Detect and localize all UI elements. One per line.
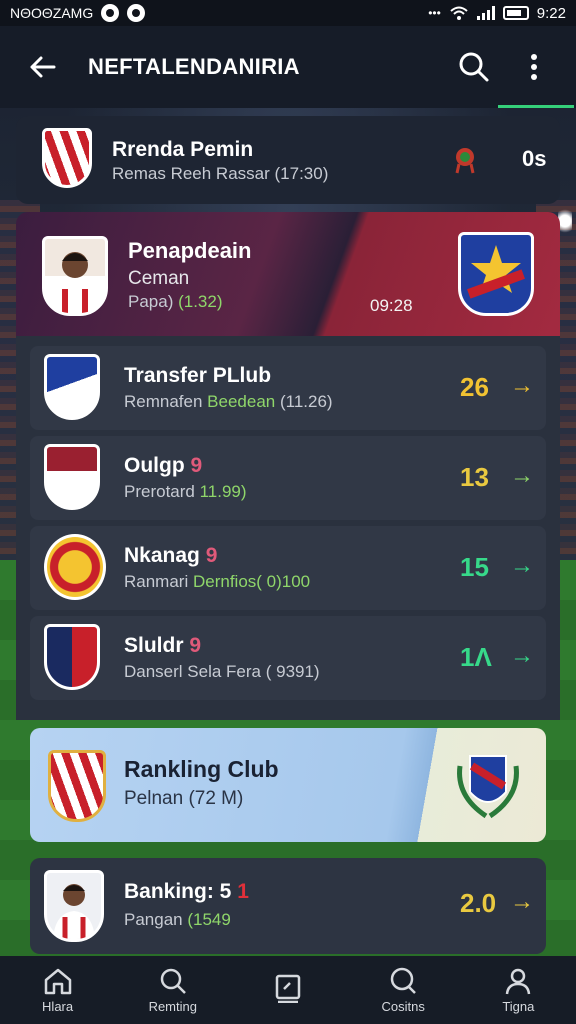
status-left-text: ΝΘΟΘΖΑΜG [10,5,94,21]
wifi-icon [450,6,468,20]
row-badge: 1 [237,880,249,903]
signal-icon [476,6,495,20]
nav-home[interactable]: Hlara [8,967,108,1014]
ranking-club-subtitle: Pelnan (72 M) [124,788,244,809]
row-badge: 9 [190,454,203,477]
arrow-right-icon[interactable]: → [510,462,534,490]
arrow-right-icon[interactable]: → [510,552,534,580]
ranking-club-name: Rankling Club [124,756,279,782]
banking-subtitle: Pangan (1549 [124,910,231,929]
back-arrow-icon [30,56,56,78]
nav-ranking[interactable]: Remting [123,967,223,1014]
star-icon [467,245,525,299]
banking-score: 2.0 [460,888,497,918]
featured-player-card[interactable]: Penapdeain Ceman Papa) (1.32) 09:28 [16,212,560,336]
row-score: 1Λ [460,642,492,672]
header-club-card[interactable]: Rrenda Pemin Remas Reeh Rassar (17:30) 0… [16,116,560,204]
status-bar: ΝΘΟΘΖΑΜG ••• 9:22 [0,0,576,26]
search-icon [160,968,186,994]
row-name: Sluldr 9 [124,634,202,657]
ranking-club-card[interactable]: Rankling Club Pelnan (72 M) [30,728,546,842]
laurel-badge-icon [450,746,526,826]
stadium-light [558,206,572,236]
featured-time: 09:28 [370,296,413,315]
battery-icon [502,6,529,20]
back-button[interactable] [22,47,62,87]
dots-icon: ••• [428,6,441,20]
search-button[interactable] [454,47,494,87]
row-crest [44,354,100,420]
row-crest [44,444,100,510]
nav-center[interactable] [238,973,338,1007]
nav-label: Tigna [502,998,535,1014]
club-name: Rrenda Pemin [112,138,254,161]
bottom-navigation: Hlara Remting Cositns Tigna [0,956,576,1024]
club-subtitle: Remas Reeh Rassar (17:30) [112,164,329,183]
row-score: 13 [460,462,489,492]
arrow-right-icon[interactable]: → [510,372,534,400]
row-name: Nkanag 9 [124,544,218,567]
home-icon [44,968,71,994]
player-face-icon [53,884,95,939]
row-name: Transfer PLlub [124,364,272,387]
list-item[interactable]: Oulgp 9 Prerotard 11.99) 13 → [30,436,546,520]
row-crest [44,534,106,600]
banking-card[interactable]: Banking: 5 1 Pangan (1549 2.0 → [30,858,546,954]
club-crest [48,750,106,822]
row-subtitle: Prerotard 11.99) [124,482,247,501]
list-item[interactable]: Sluldr 9 Danserl Sela Fera ( 9391) 1Λ → [30,616,546,700]
nav-costs[interactable]: Cositns [353,967,453,1014]
notification-icon [101,4,120,22]
row-badge: 9 [205,544,218,567]
player-face-icon [53,252,97,313]
alarm-icon [127,4,146,22]
list-item[interactable]: Nkanag 9 Ranmari Dernfios( 0)100 15 → [30,526,546,610]
player-avatar [44,870,104,942]
header-value: 0s [522,146,547,171]
nav-label: Remting [148,998,197,1014]
more-vertical-icon [531,54,537,80]
clipboard-icon [275,974,301,1003]
more-options-button[interactable] [514,47,554,87]
nav-profile[interactable]: Tigna [468,967,568,1014]
club-crest [42,128,92,188]
row-subtitle: Remnafen Beedean (11.26) [124,392,333,411]
page-title: NEFTALENDANIRIA [88,54,300,79]
arrow-right-icon[interactable]: → [510,642,534,670]
row-name: Oulgp 9 [124,454,203,477]
opponent-crest [458,232,534,316]
nav-label: Hlara [42,998,74,1014]
profile-icon [506,968,531,994]
featured-name: Penapdeain [128,238,252,263]
status-time: 9:22 [536,4,566,22]
row-badge: 9 [189,634,202,657]
list-item[interactable]: Transfer PLlub Remnafen Beedean (11.26) … [30,346,546,430]
award-icon [455,148,475,174]
tab-indicator [498,105,574,108]
app-bar: NEFTALENDANIRIA [0,26,576,108]
featured-line3: Papa) (1.32) [128,292,223,311]
row-score: 15 [460,552,489,582]
banking-name: Banking: 5 1 [124,880,249,903]
nav-label: Cositns [381,998,425,1014]
search-icon [459,52,489,82]
row-crest [44,624,100,690]
row-score: 26 [460,372,489,402]
search-icon [390,967,417,994]
row-subtitle: Danserl Sela Fera ( 9391) [124,662,320,681]
featured-line2: Ceman [128,268,190,289]
arrow-right-icon[interactable]: → [510,888,534,916]
player-avatar [42,236,108,316]
row-subtitle: Ranmari Dernfios( 0)100 [124,572,311,591]
